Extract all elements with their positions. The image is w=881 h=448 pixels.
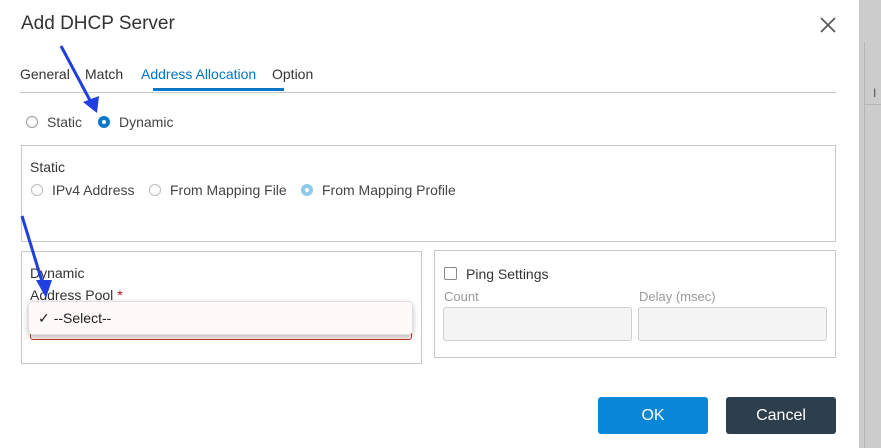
cancel-button[interactable]: Cancel: [726, 397, 836, 434]
radio-ipv4-address[interactable]: IPv4 Address: [31, 182, 135, 198]
radio-from-mapping-file[interactable]: From Mapping File: [149, 182, 287, 198]
dropdown-option-select: --Select--: [53, 310, 112, 326]
count-label: Count: [444, 289, 479, 304]
delay-label: Delay (msec): [639, 289, 716, 304]
ping-settings-panel: Ping Settings Count Delay (msec): [434, 250, 836, 358]
radio-dynamic[interactable]: Dynamic: [98, 114, 173, 130]
static-panel: Static IPv4 Address From Mapping File Fr…: [21, 145, 836, 242]
add-dhcp-server-dialog: Add DHCP Server General Match Address Al…: [0, 0, 859, 448]
close-icon[interactable]: [816, 13, 840, 37]
tab-bar: General Match Address Allocation Option: [20, 62, 836, 93]
delay-input[interactable]: [638, 307, 827, 341]
radio-ipv4-label: IPv4 Address: [52, 182, 135, 198]
radio-mapping-file-label: From Mapping File: [170, 182, 287, 198]
radio-dynamic-label: Dynamic: [119, 114, 174, 130]
static-panel-title: Static: [30, 159, 66, 175]
tab-option[interactable]: Option: [272, 66, 313, 82]
radio-mapping-profile-label: From Mapping Profile: [322, 182, 456, 198]
background-table-row-border: [864, 104, 881, 105]
ok-button[interactable]: OK: [598, 397, 708, 434]
radio-mapping-file-circle[interactable]: [149, 184, 161, 196]
radio-mapping-profile-circle[interactable]: [301, 184, 313, 196]
background-table-border: [864, 42, 865, 448]
radio-ipv4-circle[interactable]: [31, 184, 43, 196]
selected-check-icon: ✓: [38, 309, 50, 326]
radio-dynamic-circle[interactable]: [98, 116, 110, 128]
dynamic-panel-title: Dynamic: [30, 265, 85, 281]
ping-settings-checkbox[interactable]: [444, 267, 457, 280]
radio-from-mapping-profile[interactable]: From Mapping Profile: [301, 182, 456, 198]
tab-match[interactable]: Match: [85, 66, 123, 82]
tab-general[interactable]: General: [20, 66, 70, 82]
dialog-title: Add DHCP Server: [21, 13, 175, 34]
ping-settings-label: Ping Settings: [466, 266, 549, 282]
address-pool-dropdown-option[interactable]: ✓ --Select--: [28, 301, 413, 335]
count-input[interactable]: [443, 307, 632, 341]
radio-static-circle[interactable]: [26, 116, 38, 128]
radio-static-label: Static: [47, 114, 83, 130]
background-page: [859, 0, 881, 448]
tab-address-allocation[interactable]: Address Allocation: [141, 66, 256, 82]
active-tab-indicator: [153, 88, 284, 91]
radio-static[interactable]: Static: [26, 114, 82, 130]
background-cell-text: I: [873, 86, 877, 100]
